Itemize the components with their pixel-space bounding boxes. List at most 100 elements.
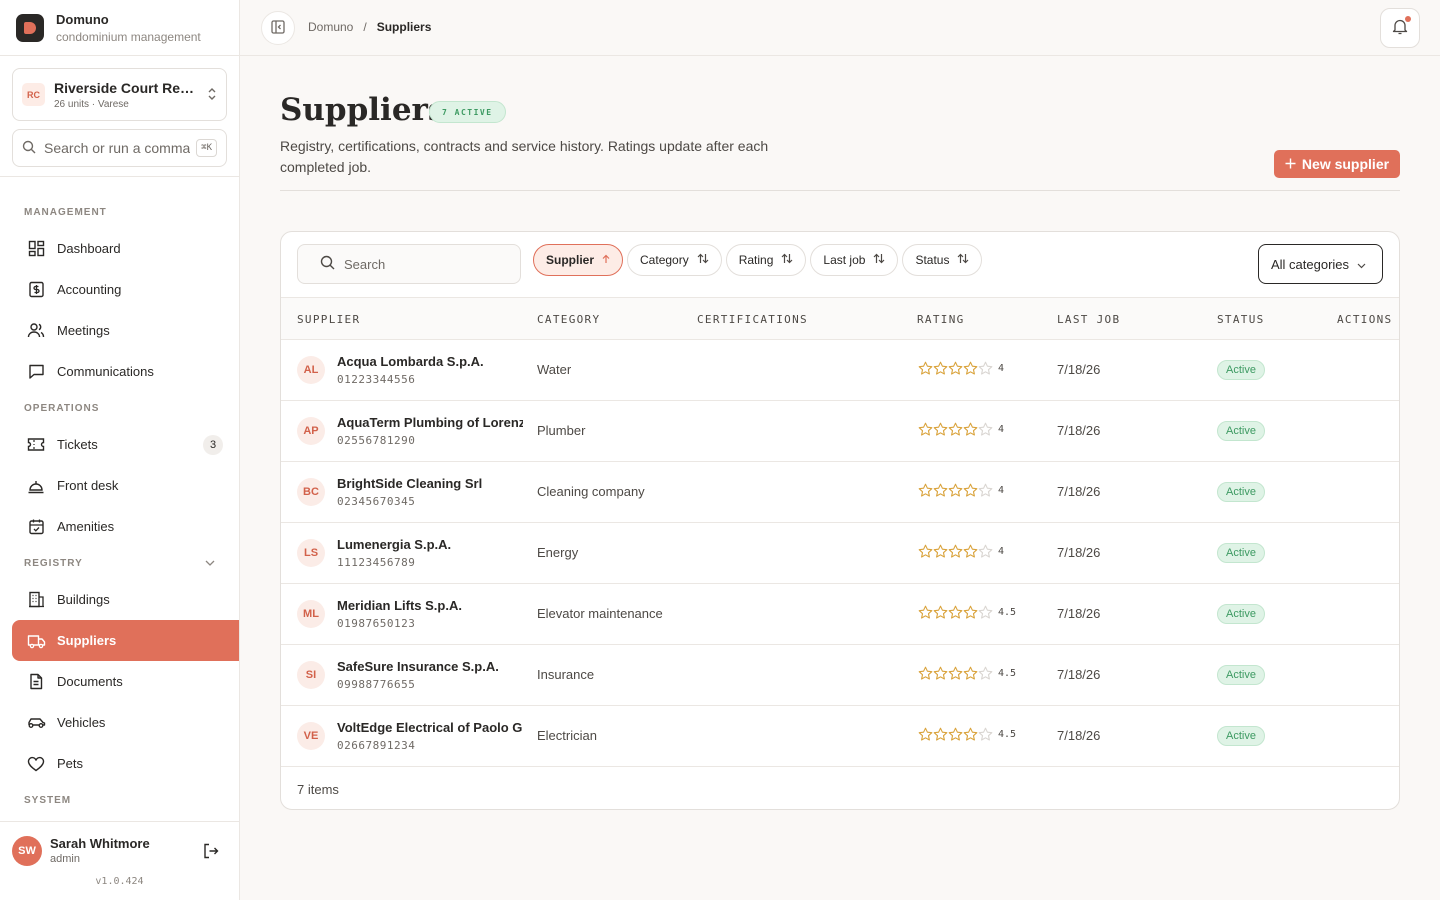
supplier-name[interactable]: BrightSide Cleaning Srl bbox=[337, 476, 523, 491]
sort-rating-button[interactable]: Rating bbox=[725, 244, 807, 276]
brand-logo bbox=[16, 13, 44, 42]
page-title: Suppliers bbox=[280, 92, 446, 128]
notification-dot bbox=[1405, 16, 1411, 22]
star-icon bbox=[933, 544, 948, 558]
tenant-name: Riverside Court Residences bbox=[54, 79, 198, 96]
sort-label: Status bbox=[915, 253, 950, 267]
supplier-avatar: AP bbox=[297, 417, 325, 445]
ticket-icon bbox=[26, 435, 46, 455]
sidebar-item-front-desk[interactable]: Front desk bbox=[12, 465, 239, 506]
new-supplier-button[interactable]: New supplier bbox=[1274, 150, 1400, 178]
supplier-category: Energy bbox=[537, 545, 579, 560]
table-row[interactable]: ML Meridian Lifts S.p.A. 01987650123 Elevat… bbox=[281, 584, 1399, 645]
sort-label: Rating bbox=[738, 253, 774, 267]
supplier-last-job: 7/18/26 bbox=[1057, 362, 1101, 377]
supplier-vat: 11123456789 bbox=[337, 556, 416, 569]
star-icon bbox=[933, 483, 948, 497]
tenant-switcher[interactable]: RC Riverside Court Residences 26 units ·… bbox=[12, 68, 227, 121]
sidebar-item-buildings[interactable]: Buildings bbox=[12, 579, 239, 620]
breadcrumb-separator: / bbox=[363, 20, 367, 34]
supplier-name[interactable]: VoltEdge Electrical of Paolo Grassi bbox=[337, 720, 523, 735]
table-row[interactable]: AP AquaTerm Plumbing of Lorenzo 0255678129… bbox=[281, 401, 1399, 462]
category-filter-value: All categories bbox=[1271, 256, 1350, 272]
table-row[interactable]: VE VoltEdge Electrical of Paolo Grassi 026… bbox=[281, 706, 1399, 767]
command-placeholder: Search or run a command bbox=[44, 140, 190, 156]
star-icon bbox=[918, 361, 933, 375]
sort-category-button[interactable]: Category bbox=[627, 244, 722, 276]
chevron-down-icon bbox=[205, 558, 215, 569]
nav-section-registry[interactable]: REGISTRY bbox=[0, 547, 239, 579]
column-header-actions: ACTIONS bbox=[1337, 313, 1393, 326]
sidebar-item-label: Pets bbox=[57, 756, 84, 771]
star-icon bbox=[918, 605, 933, 619]
sidebar-item-dashboard[interactable]: Dashboard bbox=[12, 228, 239, 269]
status-badge: Active bbox=[1217, 360, 1265, 380]
chat-icon bbox=[26, 362, 46, 382]
sidebar-item-suppliers[interactable]: Suppliers bbox=[12, 620, 239, 661]
sidebar-item-communications[interactable]: Communications bbox=[12, 351, 239, 392]
supplier-last-job: 7/18/26 bbox=[1057, 728, 1101, 743]
star-icon bbox=[948, 727, 963, 741]
supplier-name[interactable]: SafeSure Insurance S.p.A. bbox=[337, 659, 523, 674]
supplier-avatar: LS bbox=[297, 539, 325, 567]
logout-icon[interactable] bbox=[202, 842, 220, 863]
sort-status-button[interactable]: Status bbox=[902, 244, 983, 276]
heart-icon bbox=[26, 754, 46, 774]
supplier-avatar: BC bbox=[297, 478, 325, 506]
category-filter-select[interactable]: All categories bbox=[1258, 244, 1383, 284]
sidebar-item-meetings[interactable]: Meetings bbox=[12, 310, 239, 351]
arrow-up-icon bbox=[602, 254, 610, 267]
sidebar-item-vehicles[interactable]: Vehicles bbox=[12, 702, 239, 743]
breadcrumb-root[interactable]: Domuno bbox=[308, 20, 353, 34]
rating-value: 4.5 bbox=[998, 668, 1017, 679]
nav-section-system: SYSTEM bbox=[24, 795, 72, 806]
sort-arrows-icon bbox=[781, 253, 793, 267]
supplier-category: Cleaning company bbox=[537, 484, 645, 499]
sidebar-item-documents[interactable]: Documents bbox=[12, 661, 239, 702]
sidebar-item-amenities[interactable]: Amenities bbox=[12, 506, 239, 547]
concierge-bell-icon bbox=[26, 476, 46, 496]
supplier-avatar: SI bbox=[297, 661, 325, 689]
sidebar-item-label: Vehicles bbox=[57, 715, 106, 730]
sort-last-job-button[interactable]: Last job bbox=[810, 244, 899, 276]
star-icon bbox=[948, 605, 963, 619]
sidebar-item-label: Amenities bbox=[57, 519, 115, 534]
star-icon bbox=[978, 727, 993, 741]
star-icon bbox=[963, 605, 978, 619]
supplier-rating: 4 bbox=[918, 544, 1004, 559]
sort-controls: Supplier Category Rating Last job Status bbox=[533, 244, 983, 276]
sidebar-item-accounting[interactable]: Accounting bbox=[12, 269, 239, 310]
search-input[interactable]: Search bbox=[297, 244, 521, 284]
table-row[interactable]: SI SafeSure Insurance S.p.A. 09988776655 In… bbox=[281, 645, 1399, 706]
star-icon bbox=[948, 483, 963, 497]
supplier-name[interactable]: Acqua Lombarda S.p.A. bbox=[337, 354, 523, 369]
sidebar-toggle-button[interactable] bbox=[261, 11, 295, 45]
dashboard-icon bbox=[26, 239, 46, 259]
table-row[interactable]: LS Lumenergia S.p.A. 11123456789 Energy 4 7/1… bbox=[281, 523, 1399, 584]
table-row[interactable]: AL Acqua Lombarda S.p.A. 01223344556 Water 4… bbox=[281, 340, 1399, 401]
nav-section-operations: OPERATIONS bbox=[24, 402, 100, 414]
sort-supplier-button[interactable]: Supplier bbox=[533, 244, 624, 276]
avatar[interactable]: SW bbox=[12, 836, 42, 866]
sidebar-item-tickets[interactable]: Tickets 3 bbox=[12, 424, 239, 465]
sort-label: Supplier bbox=[546, 253, 595, 267]
supplier-rating: 4.5 bbox=[918, 727, 1016, 742]
sidebar-item-label: Dashboard bbox=[57, 241, 121, 256]
supplier-name[interactable]: AquaTerm Plumbing of Lorenzo bbox=[337, 415, 523, 430]
brand[interactable]: Domuno condominium management bbox=[0, 0, 239, 56]
star-icon bbox=[948, 361, 963, 375]
star-icon bbox=[933, 727, 948, 741]
supplier-rating: 4.5 bbox=[918, 666, 1016, 681]
table-row[interactable]: BC BrightSide Cleaning Srl 02345670345 Clea… bbox=[281, 462, 1399, 523]
sidebar-item-label: Front desk bbox=[57, 478, 119, 493]
supplier-name[interactable]: Lumenergia S.p.A. bbox=[337, 537, 523, 552]
breadcrumb-current: Suppliers bbox=[376, 20, 432, 34]
supplier-name[interactable]: Meridian Lifts S.p.A. bbox=[337, 598, 523, 613]
accounting-icon bbox=[26, 280, 46, 300]
rating-value: 4 bbox=[998, 363, 1005, 374]
tenant-meta: 26 units · Varese bbox=[54, 98, 129, 110]
sidebar-item-pets[interactable]: Pets bbox=[12, 743, 239, 784]
notifications-button[interactable] bbox=[1380, 8, 1420, 48]
command-search[interactable]: Search or run a command ⌘K bbox=[12, 129, 227, 167]
star-icon bbox=[978, 422, 993, 436]
